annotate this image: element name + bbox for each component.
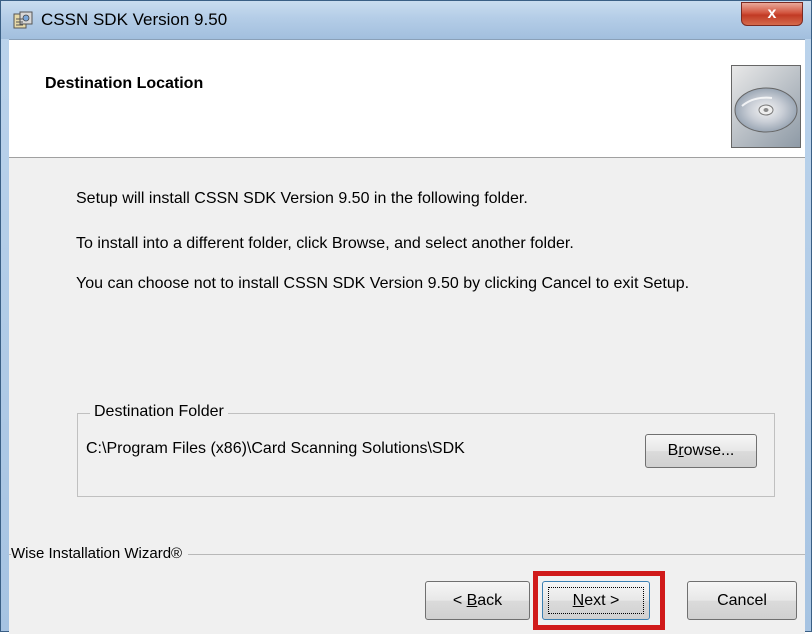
installer-app-icon — [13, 11, 33, 29]
cd-disc-graphic — [734, 87, 798, 133]
destination-folder-group: Destination Folder C:\Program Files (x86… — [77, 403, 775, 497]
window-title: CSSN SDK Version 9.50 — [41, 10, 228, 29]
close-icon: x — [767, 5, 777, 22]
dialog-client-area: Destination Location Setup will install … — [9, 39, 805, 634]
installer-window: CSSN SDK Version 9.50 x Destination Loca… — [0, 0, 812, 634]
back-accelerator: B — [466, 592, 478, 609]
browse-button[interactable]: Browse... — [645, 434, 757, 468]
close-button[interactable]: x — [741, 2, 803, 26]
browse-label-end: owse... — [683, 442, 735, 459]
page-title: Destination Location — [45, 75, 204, 92]
brand-label: Wise Installation Wizard® — [11, 545, 189, 562]
browse-label-start: B — [667, 442, 679, 459]
info-line-browse: To install into a different folder, clic… — [76, 235, 574, 252]
destination-path: C:\Program Files (x86)\Card Scanning Sol… — [86, 440, 465, 457]
info-line-cancel: You can choose not to install CSSN SDK V… — [76, 275, 690, 292]
back-button[interactable]: < Back — [425, 581, 530, 620]
wizard-header: Destination Location — [9, 40, 805, 158]
info-line-install: Setup will install CSSN SDK Version 9.50… — [76, 190, 528, 207]
back-label-end: ack — [477, 592, 503, 609]
back-label-start: < — [452, 592, 467, 609]
cd-disc-icon — [731, 65, 801, 148]
next-button-highlight — [533, 571, 665, 630]
cancel-button[interactable]: Cancel — [687, 581, 797, 620]
destination-folder-label: Destination Folder — [90, 403, 228, 421]
title-bar[interactable]: CSSN SDK Version 9.50 x — [1, 1, 811, 39]
